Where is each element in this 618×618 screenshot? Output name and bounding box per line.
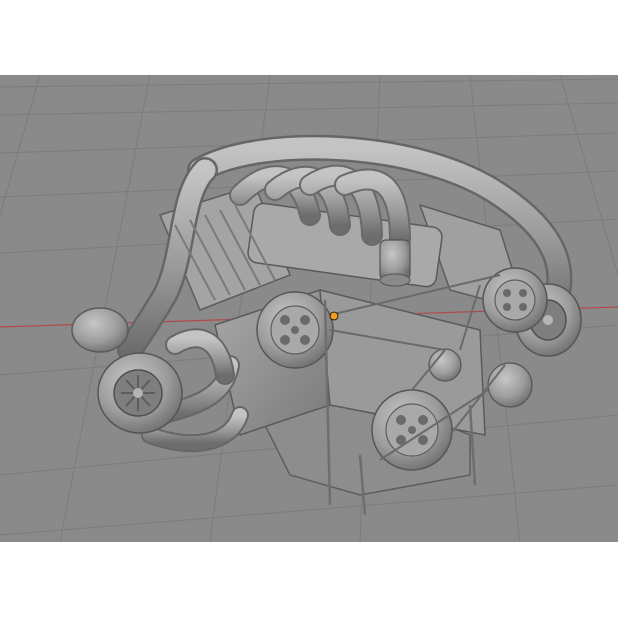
3d-viewport[interactable]	[0, 75, 618, 542]
pulley-upper-left	[256, 291, 334, 369]
viewport-canvas[interactable]	[0, 75, 618, 542]
engine-model[interactable]	[71, 134, 582, 516]
throttle-body	[379, 239, 411, 287]
left-turbocharger	[71, 307, 183, 434]
object-origin-dot-icon[interactable]	[329, 311, 339, 321]
page	[0, 0, 618, 618]
